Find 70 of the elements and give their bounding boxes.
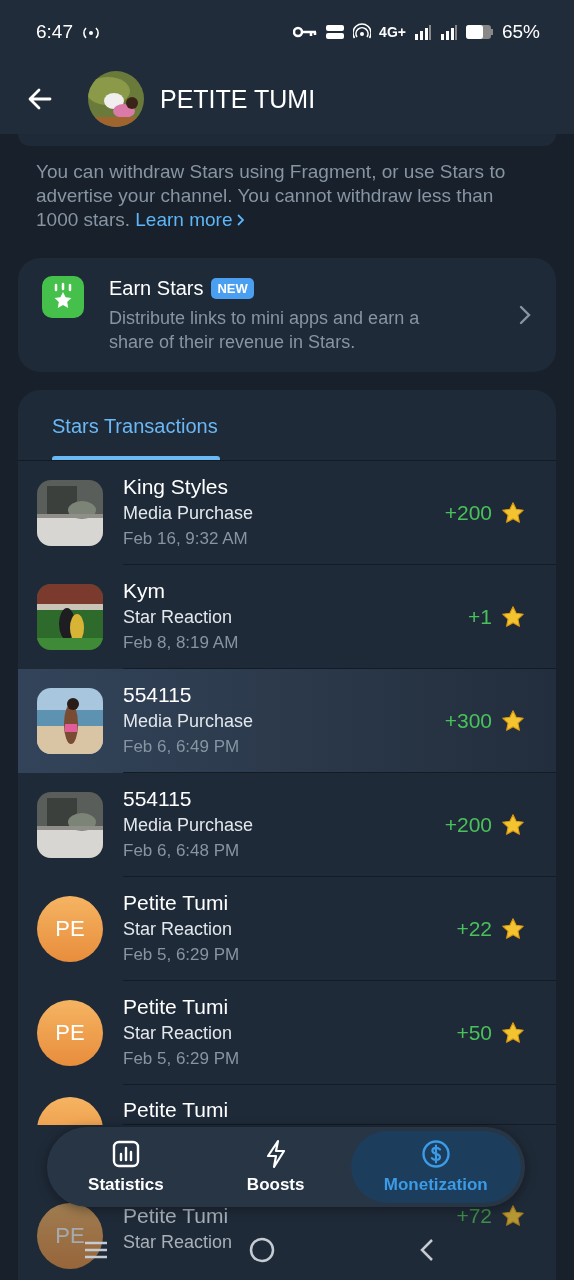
transaction-date: Feb 8, 8:19 AM (123, 632, 239, 654)
star-icon (500, 500, 526, 526)
star-icon (500, 604, 526, 630)
star-amount: +1 (468, 605, 492, 629)
transaction-row[interactable]: Kym Star Reaction Feb 8, 8:19 AM +1 (18, 565, 556, 669)
dollar-icon (420, 1139, 451, 1169)
transaction-type: Star Reaction (123, 918, 233, 941)
earn-stars-title: Earn Stars (109, 276, 204, 300)
transactions-tab[interactable]: Stars Transactions (52, 390, 218, 460)
bottom-tab[interactable]: Boosts (200, 1131, 351, 1203)
sender-name: Kym (123, 578, 165, 604)
transaction-date: Feb 5, 6:29 PM (123, 1048, 240, 1070)
transaction-row[interactable]: PE Petite Tumi Star Reaction Feb 5, 6:29 PM +22 (18, 877, 556, 981)
network-type: 4G+ (379, 24, 406, 40)
transaction-row[interactable]: 554115 Media Purchase Feb 6, 6:49 PM +300 (18, 669, 556, 773)
sender-name: Petite Tumi (123, 1097, 229, 1123)
home-icon[interactable] (248, 1236, 276, 1264)
star-app-icon (42, 276, 84, 318)
new-badge: NEW (211, 277, 254, 299)
star-amount: +200 (444, 813, 492, 837)
star-amount: +50 (456, 1021, 492, 1045)
star-icon (500, 1020, 526, 1046)
star-amount: +72 (456, 1204, 492, 1228)
initials-avatar: PE (37, 1203, 103, 1269)
star-amount: +22 (456, 917, 492, 941)
key-icon (293, 26, 318, 38)
wireless-icon (353, 23, 372, 41)
star-icon (500, 812, 526, 838)
star-amount: +200 (444, 501, 492, 525)
signal-icon (439, 24, 458, 40)
transaction-type: Media Purchase (123, 814, 254, 837)
star-icon (500, 708, 526, 734)
info-text: You can withdraw Stars using Fragment, or use Stars to advertise your channel. You cannot withdraw less than 1000 stars. Learn more (36, 160, 507, 232)
transaction-type: Star Reaction (123, 606, 233, 629)
initials-avatar: PE (37, 896, 103, 962)
learn-more-link[interactable]: Learn more (135, 209, 245, 230)
transaction-date: Feb 5, 6:29 PM (123, 944, 240, 966)
bottom-tab[interactable]: Statistics (51, 1131, 201, 1203)
transaction-row[interactable]: PE Petite Tumi Star Reaction Feb 5, 6:29 PM +50 (18, 981, 556, 1085)
star-icon (500, 916, 526, 942)
star-icon (500, 1203, 526, 1229)
sender-name: Petite Tumi (123, 1203, 229, 1229)
battery-icon (465, 24, 494, 40)
signal-icon (413, 24, 432, 40)
bottom-tab[interactable]: Monetization (350, 1131, 521, 1203)
sender-name: Petite Tumi (123, 994, 229, 1020)
transaction-type: Star Reaction (123, 1022, 233, 1045)
initials-avatar: PE (37, 1000, 103, 1066)
channel-title: PETITE TUMI (160, 84, 316, 114)
sender-name: 554115 (123, 786, 192, 812)
sender-name: 554115 (123, 682, 192, 708)
transaction-type: Media Purchase (123, 502, 254, 525)
bar-chart-icon (110, 1139, 141, 1169)
star-amount: +300 (444, 709, 492, 733)
clock: 6:47 (36, 21, 73, 43)
earn-stars-description: Distribute links to mini apps and earn a share of their revenue in Stars. (109, 306, 421, 354)
battery-level: 65% (501, 21, 540, 43)
chevron-right-icon (518, 304, 532, 326)
chevron-right-icon (236, 213, 245, 227)
earn-stars-card[interactable]: Earn Stars NEW Distribute links to mini apps and earn a share of their revenue in Stars. (18, 258, 556, 372)
sender-name: Petite Tumi (123, 890, 229, 916)
transaction-date: Feb 6, 6:48 PM (123, 840, 240, 862)
transaction-date: Feb 6, 6:49 PM (123, 736, 240, 758)
transaction-row[interactable]: Petite Tumi (18, 1085, 556, 1125)
transaction-row[interactable]: King Styles Media Purchase Feb 16, 9:32 AM +200 (18, 461, 556, 565)
transaction-type: Media Purchase (123, 710, 254, 733)
transaction-type: Star Reaction (123, 1231, 233, 1254)
transaction-date: Feb 16, 9:32 AM (123, 528, 248, 550)
transaction-row[interactable]: 554115 Media Purchase Feb 6, 6:48 PM +200 (18, 773, 556, 877)
sender-name: King Styles (123, 474, 229, 500)
